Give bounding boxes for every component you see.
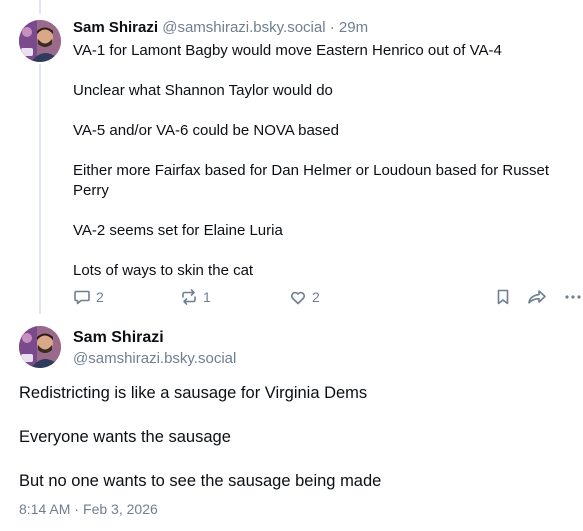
post-time: 8:14 AM [19, 501, 71, 517]
reply-button[interactable]: 2 [73, 288, 104, 306]
repost-count: 1 [203, 289, 211, 305]
reply-count: 2 [96, 289, 104, 305]
share-button[interactable] [527, 288, 547, 306]
header-separator: · [329, 19, 335, 36]
post-text: VA-1 for Lamont Bagby would move Eastern… [73, 41, 563, 281]
post-date: Feb 3, 2026 [83, 501, 158, 517]
thread-line [39, 64, 41, 314]
more-options-button[interactable] [564, 288, 582, 306]
like-button[interactable]: 2 [289, 288, 320, 306]
avatar[interactable] [19, 326, 61, 368]
repost-button[interactable]: 1 [180, 288, 211, 306]
post-paragraph: Either more Fairfax based for Dan Helmer… [73, 162, 550, 199]
bookmark-button[interactable] [494, 288, 512, 306]
post-age[interactable]: 29m [339, 19, 368, 36]
author-handle[interactable]: @samshirazi.bsky.social [73, 350, 236, 367]
post-paragraph: Lots of ways to skin the cat [73, 262, 254, 279]
post-paragraph: Everyone wants the sausage [19, 428, 231, 446]
speech-bubble-icon [74, 290, 90, 305]
heart-icon [291, 291, 305, 305]
avatar[interactable] [19, 20, 61, 62]
post-text: Redistricting is like a sausage for Virg… [19, 382, 569, 492]
author-handle[interactable]: @samshirazi.bsky.social [162, 19, 325, 36]
avatar-image [19, 20, 61, 62]
post-paragraph: VA-1 for Lamont Bagby would move Eastern… [73, 42, 502, 59]
post-paragraph: But no one wants to see the sausage bein… [19, 472, 382, 490]
author-name[interactable]: Sam Shirazi [73, 19, 158, 36]
post-header: Sam Shirazi @samshirazi.bsky.social · 29… [73, 19, 368, 36]
like-count: 2 [312, 289, 320, 305]
avatar-image [19, 326, 61, 368]
post-paragraph: VA-5 and/or VA-6 could be NOVA based [73, 122, 339, 139]
post-timestamp[interactable]: 8:14 AM · Feb 3, 2026 [19, 501, 158, 517]
bookmark-icon [497, 289, 509, 305]
more-dots-icon [565, 295, 581, 299]
timestamp-separator: · [74, 501, 80, 517]
repost-arrows-icon [182, 289, 196, 305]
post-paragraph: Unclear what Shannon Taylor would do [73, 82, 333, 99]
post-actions: 2 1 2 [73, 288, 583, 308]
author-name[interactable]: Sam Shirazi [73, 329, 164, 347]
post-paragraph: VA-2 seems set for Elaine Luria [73, 222, 283, 239]
post-paragraph: Redistricting is like a sausage for Virg… [19, 384, 368, 402]
thread-line-top [39, 0, 41, 14]
share-arrow-icon [528, 290, 546, 304]
